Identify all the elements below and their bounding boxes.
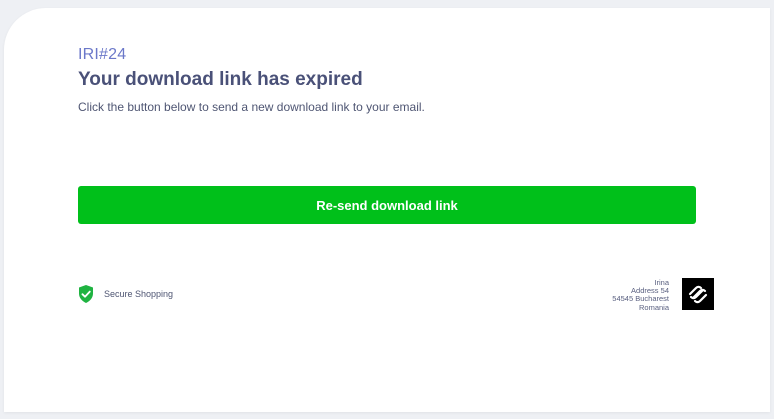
page-subtitle: Click the button below to send a new dow…: [78, 100, 425, 114]
download-expired-card: IRI#24 Your download link has expired Cl…: [4, 8, 770, 412]
order-id: IRI#24: [78, 46, 127, 63]
address-country: Romania: [638, 302, 669, 312]
secure-shopping-label: Secure Shopping: [104, 289, 174, 299]
resend-download-link-button[interactable]: Re-send download link: [78, 186, 696, 224]
shield-check-icon: [77, 284, 95, 304]
squarespace-logo-icon: [682, 278, 714, 310]
page-title: Your download link has expired: [78, 69, 363, 90]
secure-shopping-badge: Secure Shopping: [77, 284, 173, 304]
merchant-address: Irina Address 54 54545 Bucharest Romania: [612, 278, 669, 312]
